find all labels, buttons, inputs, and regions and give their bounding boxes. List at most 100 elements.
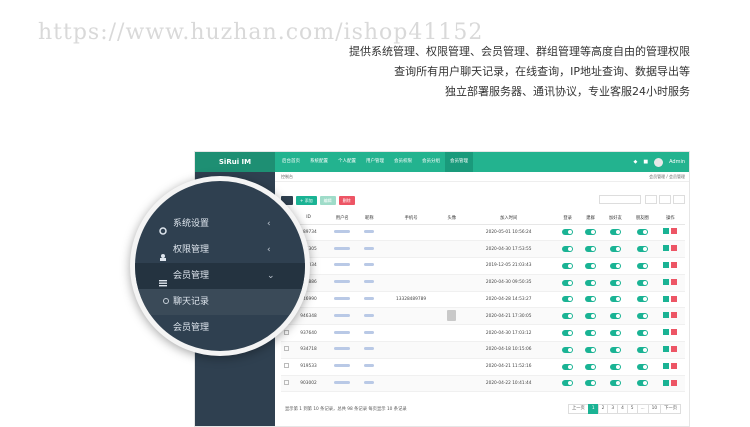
lens-item-members[interactable]: 会员管理 ⌄ [135,263,305,289]
login-toggle[interactable] [562,329,574,336]
delete-icon[interactable] [671,312,678,319]
add-friend-toggle[interactable] [609,380,621,387]
create-group-toggle[interactable] [585,363,597,370]
moments-toggle[interactable] [636,229,648,236]
delete-icon[interactable] [671,345,678,352]
moments-toggle[interactable] [636,380,648,387]
add-friend-toggle[interactable] [609,296,621,303]
edit-icon[interactable] [663,295,670,302]
create-group-toggle[interactable] [585,296,597,303]
fullscreen-icon[interactable]: ■ [643,159,648,165]
search-input[interactable] [599,195,641,204]
cell-moments [628,291,656,309]
moments-toggle[interactable] [636,262,648,269]
delete-icon[interactable] [671,278,678,285]
edit-icon[interactable] [663,245,670,252]
edit-icon[interactable] [663,228,670,235]
moments-toggle[interactable] [636,279,648,286]
login-toggle[interactable] [562,229,574,236]
add-friend-toggle[interactable] [609,279,621,286]
delete-icon[interactable] [671,228,678,235]
lens-item-system-settings[interactable]: 系统设置 ‹ [135,211,305,237]
delete-icon[interactable] [671,245,678,252]
page-prev[interactable]: 上一页 [567,404,589,414]
row-checkbox[interactable] [283,380,289,386]
create-group-toggle[interactable] [585,329,597,336]
add-friend-toggle[interactable] [609,346,621,353]
login-toggle[interactable] [562,279,574,286]
create-group-toggle[interactable] [585,262,597,269]
lens-item-chat-records[interactable]: 聊天记录 [135,289,305,315]
magnifier-lens: 系统设置 ‹ 权限管理 ‹ 会员管理 ⌄ 聊天记录 会员管理 [130,176,310,356]
edit-icon[interactable] [663,362,670,369]
tab-system-config[interactable]: 系统配置 [305,152,333,172]
cell-join-time: 2019-12-05 21:03:43 [461,257,557,275]
page-next[interactable]: 下一页 [660,404,681,414]
create-group-toggle[interactable] [585,229,597,236]
add-button[interactable]: + 添加 [296,195,317,205]
lens-item-member-management[interactable]: 会员管理 [135,315,305,341]
create-group-toggle[interactable] [585,313,597,320]
cell-phone [379,375,443,393]
edit-button[interactable]: 编辑 [319,195,336,205]
moments-toggle[interactable] [636,313,648,320]
delete-icon[interactable] [671,329,678,336]
moments-toggle[interactable] [636,245,648,252]
login-toggle[interactable] [562,245,574,252]
add-friend-toggle[interactable] [609,229,621,236]
columns-toggle-icon[interactable] [645,195,657,204]
moments-toggle[interactable] [636,363,648,370]
delete-icon[interactable] [671,362,678,369]
login-toggle[interactable] [562,262,574,269]
bell-icon[interactable]: ◆ [633,159,637,165]
moments-toggle[interactable] [636,296,648,303]
edit-icon[interactable] [663,329,670,336]
moments-toggle[interactable] [636,346,648,353]
create-group-toggle[interactable] [585,279,597,286]
add-friend-toggle[interactable] [609,363,621,370]
edit-icon[interactable] [663,261,670,268]
col-nickname[interactable]: 昵称 [358,212,380,225]
delete-button[interactable]: 删除 [338,195,355,205]
tab-personal-config[interactable]: 个人配置 [333,152,361,172]
login-toggle[interactable] [562,380,574,387]
col-join-time[interactable]: 加入时间 [461,212,557,225]
edit-icon[interactable] [663,345,670,352]
create-group-toggle[interactable] [585,346,597,353]
edit-icon[interactable] [663,379,670,386]
export-icon[interactable] [659,195,671,204]
delete-icon[interactable] [671,295,678,302]
add-friend-toggle[interactable] [609,329,621,336]
add-friend-toggle[interactable] [609,262,621,269]
edit-icon[interactable] [663,312,670,319]
add-friend-toggle[interactable] [609,245,621,252]
row-checkbox[interactable] [283,363,289,369]
tab-member-management[interactable]: 会员管理 [445,152,473,172]
delete-icon[interactable] [671,379,678,386]
create-group-toggle[interactable] [585,380,597,387]
login-toggle[interactable] [562,363,574,370]
cell-moments [628,240,656,259]
page-10[interactable]: 10 [647,404,662,414]
delete-icon[interactable] [671,261,678,268]
moments-toggle[interactable] [636,329,648,336]
edit-icon[interactable] [663,278,670,285]
col-phone[interactable]: 手机号 [379,212,443,225]
add-friend-toggle[interactable] [609,313,621,320]
col-username[interactable]: 用户名 [325,212,359,225]
login-toggle[interactable] [562,313,574,320]
lens-item-permissions[interactable]: 权限管理 ‹ [135,237,305,263]
login-toggle[interactable] [562,296,574,303]
username[interactable]: Admin [669,159,685,165]
tab-member-groups[interactable]: 会员分组 [417,152,445,172]
search-icon[interactable] [673,195,685,204]
create-group-toggle[interactable] [585,245,597,252]
login-toggle[interactable] [562,346,574,353]
tab-user-management[interactable]: 用户管理 [361,152,389,172]
row-checkbox[interactable] [283,346,289,352]
tab-home[interactable]: 后台首页 [277,152,305,172]
tab-member-permissions[interactable]: 会员权限 [389,152,417,172]
breadcrumb-home[interactable]: 控制台 [281,174,293,179]
avatar[interactable] [654,157,664,167]
cell-add-friend [602,307,629,326]
